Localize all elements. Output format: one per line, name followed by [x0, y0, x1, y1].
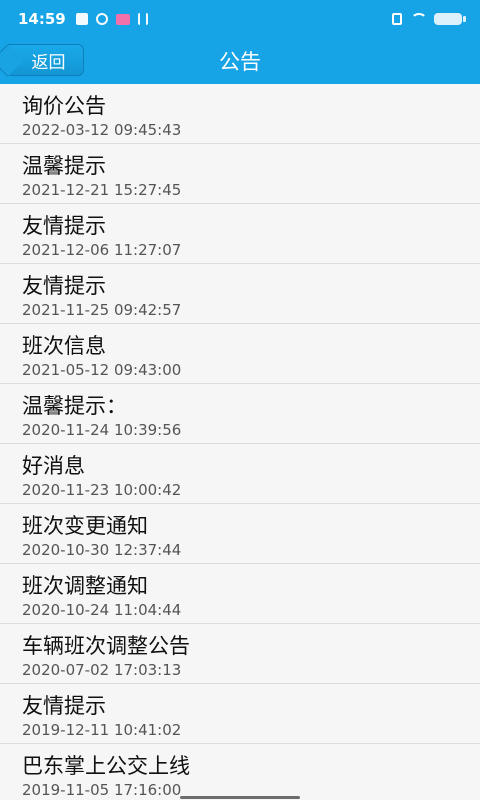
sim-icon [392, 13, 402, 25]
top-navbar: 返回 公告 [0, 38, 480, 84]
wifi-icon [410, 13, 427, 25]
notice-date: 2020-11-24 10:39:56 [22, 421, 182, 439]
list-item[interactable]: 友情提示 2021-12-06 11:27:07 [0, 204, 480, 264]
notice-date: 2020-11-23 10:00:42 [22, 481, 182, 499]
status-right-icons [392, 13, 466, 25]
status-time: 14:59 [18, 10, 66, 28]
status-bar: 14:59 [0, 0, 480, 38]
notice-date: 2021-12-06 11:27:07 [22, 241, 182, 259]
list-item[interactable]: 车辆班次调整公告 2020-07-02 17:03:13 [0, 624, 480, 684]
shield-icon [75, 13, 88, 25]
notice-title: 班次调整通知 [22, 574, 148, 598]
notice-title: 询价公告 [22, 94, 106, 118]
list-item[interactable]: 友情提示 2021-11-25 09:42:57 [0, 264, 480, 324]
list-item[interactable]: 好消息 2020-11-23 10:00:42 [0, 444, 480, 504]
list-item[interactable]: 班次变更通知 2020-10-30 12:37:44 [0, 504, 480, 564]
notice-date: 2021-12-21 15:27:45 [22, 181, 182, 199]
notice-title: 好消息 [22, 454, 85, 478]
notice-date: 2021-11-25 09:42:57 [22, 301, 182, 319]
notice-date: 2022-03-12 09:45:43 [22, 121, 182, 139]
back-button[interactable]: 返回 [8, 44, 84, 76]
notice-title: 温馨提示： [22, 394, 127, 418]
status-left-icons [75, 13, 148, 25]
battery-icon [434, 13, 466, 25]
notice-list[interactable]: 询价公告 2022-03-12 09:45:43 温馨提示 2021-12-21… [0, 84, 480, 800]
list-item[interactable]: 友情提示 2019-12-11 10:41:02 [0, 684, 480, 744]
notice-date: 2020-10-24 11:04:44 [22, 601, 182, 619]
notice-date: 2019-12-11 10:41:02 [22, 721, 182, 739]
list-item[interactable]: 温馨提示 2021-12-21 15:27:45 [0, 144, 480, 204]
notice-title: 班次变更通知 [22, 514, 148, 538]
list-item[interactable]: 巴东掌上公交上线 2019-11-05 17:16:00 [0, 744, 480, 800]
notice-date: 2020-07-02 17:03:13 [22, 661, 182, 679]
list-item[interactable]: 温馨提示： 2020-11-24 10:39:56 [0, 384, 480, 444]
list-item[interactable]: 询价公告 2022-03-12 09:45:43 [0, 84, 480, 144]
notice-title: 车辆班次调整公告 [22, 634, 190, 658]
list-item[interactable]: 班次信息 2021-05-12 09:43:00 [0, 324, 480, 384]
notice-title: 友情提示 [22, 214, 106, 238]
notice-title: 温馨提示 [22, 154, 106, 178]
notice-date: 2021-05-12 09:43:00 [22, 361, 182, 379]
home-indicator[interactable] [180, 796, 300, 799]
notice-title: 班次信息 [22, 334, 106, 358]
notice-date: 2020-10-30 12:37:44 [22, 541, 182, 559]
usb-icon [137, 13, 148, 25]
notice-title: 友情提示 [22, 274, 106, 298]
notice-title: 友情提示 [22, 694, 106, 718]
notice-title: 巴东掌上公交上线 [22, 754, 190, 778]
app-icon [115, 13, 130, 25]
back-button-label: 返回 [31, 52, 66, 73]
list-item[interactable]: 班次调整通知 2020-10-24 11:04:44 [0, 564, 480, 624]
circle-icon [95, 13, 108, 25]
